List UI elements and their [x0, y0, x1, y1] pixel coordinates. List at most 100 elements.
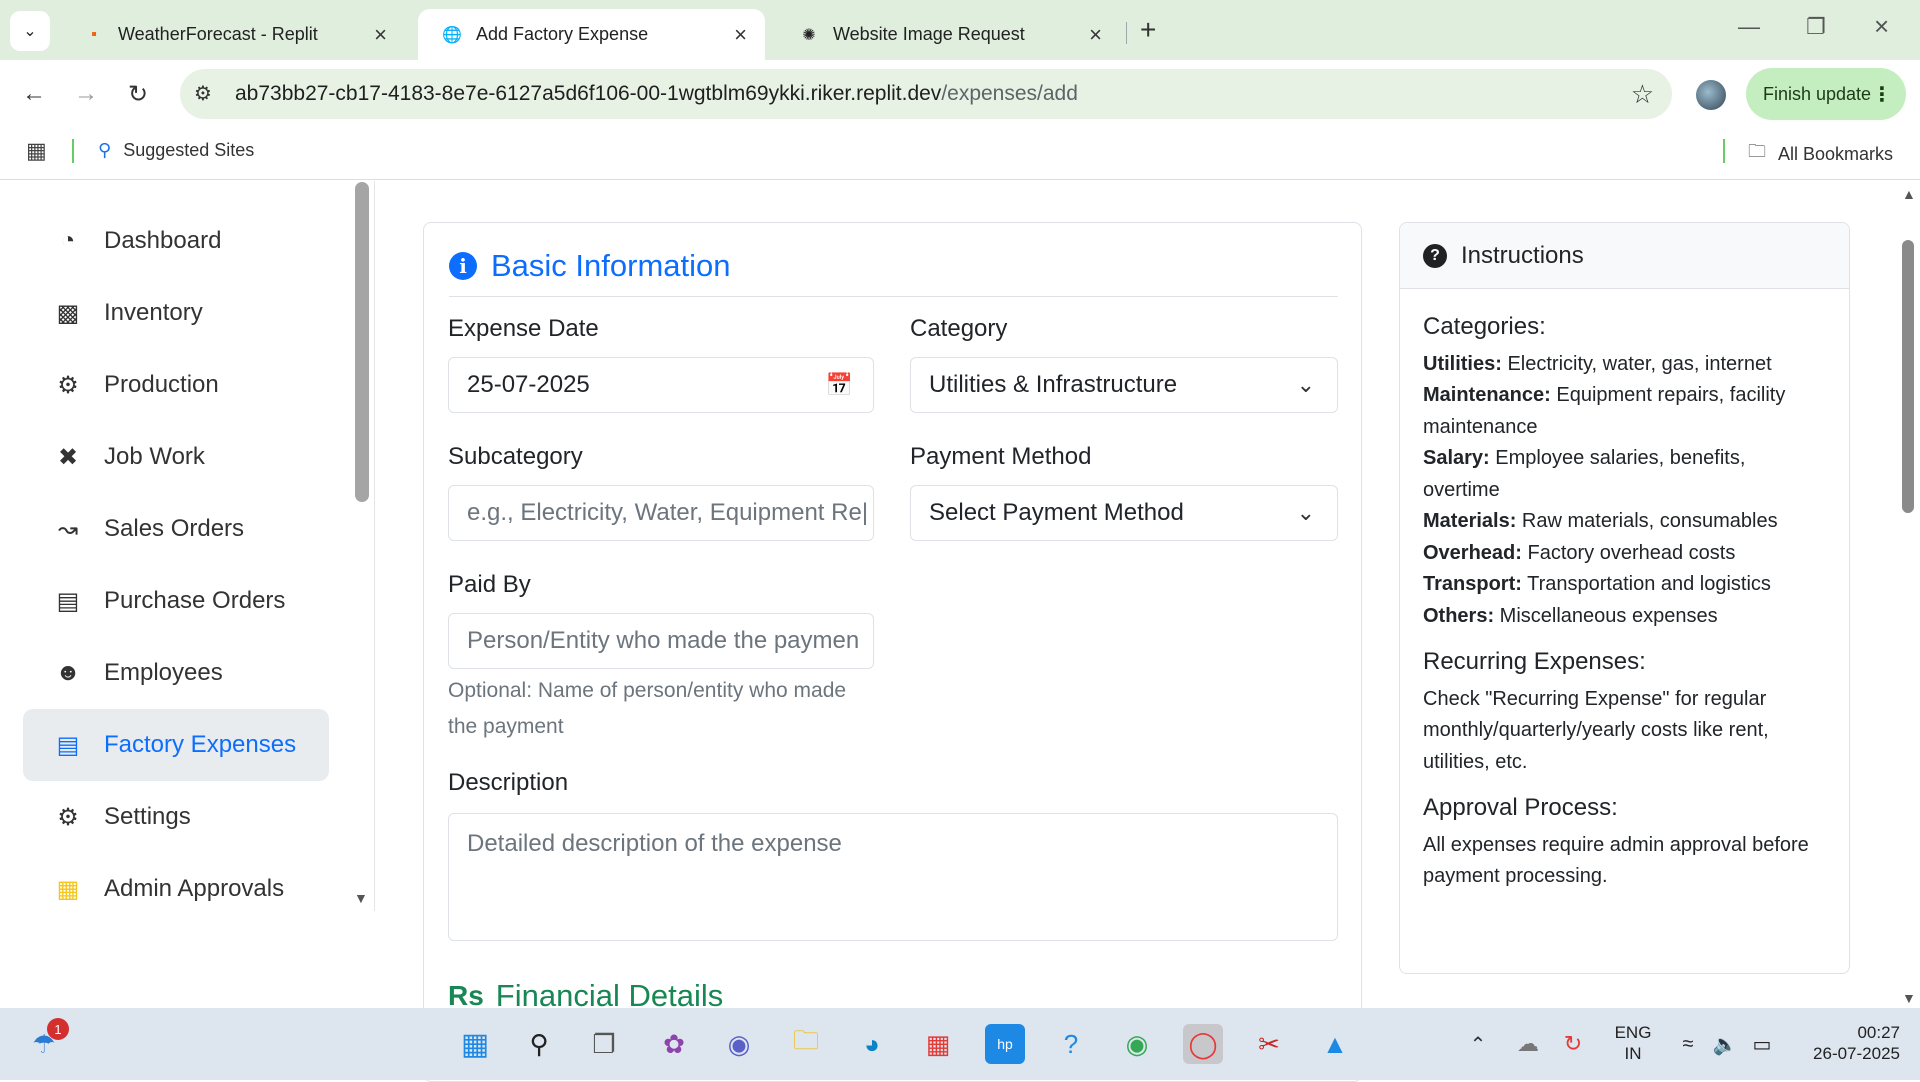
edge-icon[interactable]: ◕ [852, 1024, 892, 1064]
minimize-button[interactable]: — [1738, 14, 1760, 40]
photos-icon[interactable]: ▲ [1315, 1024, 1355, 1064]
close-icon[interactable]: × [734, 22, 747, 48]
battery-icon[interactable]: ▭ [1742, 1024, 1782, 1064]
tab-search-button[interactable]: ⌄ [10, 11, 50, 51]
calendar-icon[interactable]: 📅 [826, 372, 853, 398]
task-view-icon[interactable]: ❐ [584, 1024, 624, 1064]
search-icon[interactable]: ⚲ [519, 1024, 559, 1064]
sidebar-item-dashboard[interactable]: ◔ Dashboard [23, 205, 329, 277]
sync-icon[interactable]: ↻ [1553, 1024, 1593, 1064]
suggested-sites-bookmark[interactable]: ⚲ Suggested Sites [98, 140, 254, 161]
category-entry: Utilities: Electricity, water, gas, inte… [1423, 352, 1772, 375]
subcategory-input[interactable]: e.g., Electricity, Water, Equipment Re| [448, 485, 874, 541]
close-icon[interactable]: × [374, 22, 387, 48]
file-explorer-icon[interactable]: 🗀 [786, 1024, 826, 1064]
notification-badge: 1 [47, 1018, 69, 1040]
description-label: Description [448, 769, 569, 796]
file-invoice-icon: ▤ [56, 587, 80, 615]
paid-by-input[interactable]: Person/Entity who made the paymen [448, 613, 874, 669]
sidebar-item-job-work[interactable]: ✖ Job Work [23, 421, 329, 493]
microsoft-store-icon[interactable]: ▦ [918, 1024, 958, 1064]
clipboard-check-icon: ▦ [56, 875, 80, 903]
arrow-left-icon: ← [22, 80, 46, 107]
scroll-down-arrow-icon[interactable]: ▼ [354, 890, 368, 906]
expense-date-input[interactable]: 25-07-2025 📅 [448, 357, 874, 413]
new-tab-button[interactable]: + [1140, 14, 1156, 46]
boxes-icon: ▩ [56, 299, 80, 327]
bookmarks-separator [1723, 139, 1725, 163]
close-icon[interactable]: × [1089, 22, 1102, 48]
category-entry: Maintenance: Equipment repairs, facility… [1423, 384, 1786, 438]
sidebar-item-purchase-orders[interactable]: ▤ Purchase Orders [23, 565, 329, 637]
sidebar-item-admin-approvals[interactable]: ▦ Admin Approvals [23, 853, 329, 911]
wifi-icon[interactable]: ≈ [1668, 1024, 1708, 1064]
paid-by-help-text: Optional: Name of person/entity who made… [448, 679, 847, 738]
tools-icon: ✖ [57, 443, 79, 471]
sidebar-item-inventory[interactable]: ▩ Inventory [23, 277, 329, 349]
sidebar-item-factory-expenses[interactable]: ▤ Factory Expenses [23, 709, 329, 781]
sidebar: ◔ Dashboard ▩ Inventory ⚙ Production ✖ Job W… [0, 181, 375, 911]
sidebar-item-production[interactable]: ⚙ Production [23, 349, 329, 421]
globe-icon: 🌐 [442, 26, 462, 44]
sidebar-item-employees[interactable]: ☻ Employees [23, 637, 329, 709]
more-menu-icon[interactable]: ⋮ [1872, 82, 1892, 107]
replit-icon: ▪ [91, 25, 97, 43]
question-circle-icon: ? [1423, 243, 1447, 268]
chevron-down-icon: ⌄ [1296, 372, 1315, 397]
address-bar[interactable]: ⚙ ab73bb27-cb17-4183-8e7e-6127a5d6f106-0… [180, 69, 1672, 119]
bookmarks-bar [0, 128, 1920, 180]
forward-button[interactable]: → [74, 80, 98, 108]
language-indicator[interactable]: ENG IN [1608, 1022, 1658, 1064]
profile-avatar[interactable] [1696, 80, 1726, 110]
description-textarea[interactable]: Detailed description of the expense [448, 813, 1338, 941]
reload-icon: ↻ [128, 81, 149, 108]
paid-by-label: Paid By [448, 571, 531, 598]
chevron-up-icon[interactable]: ⌃ [1458, 1024, 1498, 1064]
category-entry: Materials: Raw materials, consumables [1423, 510, 1778, 532]
page-scrollbar[interactable] [1902, 240, 1914, 513]
volume-icon[interactable]: 🔈 [1705, 1024, 1745, 1064]
all-bookmarks-button[interactable]: 🗀 All Bookmarks [1748, 139, 1893, 169]
tab-weatherforecast[interactable]: ▪ WeatherForecast - Replit × [60, 9, 405, 60]
categories-heading: Categories: [1423, 313, 1546, 340]
restore-button[interactable]: ❐ [1806, 14, 1826, 40]
reload-button[interactable]: ↻ [128, 80, 148, 109]
copilot-icon[interactable]: ✿ [654, 1024, 694, 1064]
back-button[interactable]: ← [22, 80, 46, 108]
site-info-icon[interactable]: ⚙ [194, 81, 212, 106]
payment-method-select[interactable]: Select Payment Method ⌄ [910, 485, 1338, 541]
finish-update-button[interactable]: Finish update ⋮ [1746, 68, 1906, 120]
sidebar-item-settings[interactable]: ⚙ Settings [23, 781, 329, 853]
tab-add-factory-expense[interactable]: 🌐 Add Factory Expense × [418, 9, 765, 60]
tab-website-image-request[interactable]: ✺ Website Image Request × [775, 9, 1120, 60]
arrow-right-icon: → [74, 80, 98, 107]
sidebar-scrollbar[interactable] [355, 182, 369, 502]
opera-icon[interactable]: ◯ [1183, 1024, 1223, 1064]
users-icon: ☻ [55, 659, 81, 686]
url-text[interactable]: ab73bb27-cb17-4183-8e7e-6127a5d6f106-00-… [235, 82, 1078, 106]
onedrive-icon[interactable]: ☁ [1508, 1024, 1548, 1064]
cog-icon: ⚙ [57, 803, 79, 831]
category-entry: Transport: Transportation and logistics [1423, 573, 1771, 595]
clock[interactable]: 00:27 26-07-2025 [1790, 1022, 1900, 1064]
apps-grid-icon[interactable]: ▦ [26, 138, 47, 164]
myhp-icon[interactable]: hp [985, 1024, 1025, 1064]
bookmark-star-icon[interactable]: ☆ [1631, 79, 1654, 110]
chrome-icon[interactable]: ◉ [1117, 1024, 1157, 1064]
expense-date-label: Expense Date [448, 315, 599, 342]
categories-list: Utilities: Electricity, water, gas, inte… [1423, 349, 1826, 633]
approval-text: All expenses require admin approval befo… [1423, 833, 1809, 888]
get-help-icon[interactable]: ? [1051, 1024, 1091, 1064]
sidebar-item-sales-orders[interactable]: ↝ Sales Orders [23, 493, 329, 565]
instructions-header: ? Instructions [1400, 223, 1849, 289]
window-close-button[interactable]: × [1874, 11, 1889, 42]
category-select[interactable]: Utilities & Infrastructure ⌄ [910, 357, 1338, 413]
instructions-card: ? Instructions Categories: Utilities: El… [1399, 222, 1850, 974]
windows-start-icon[interactable]: ▦ [455, 1024, 495, 1064]
snipping-tool-icon[interactable]: ✂ [1249, 1024, 1289, 1064]
scroll-down-arrow-icon[interactable]: ▼ [1902, 990, 1916, 1006]
teams-icon[interactable]: ◉ [719, 1024, 759, 1064]
chevron-down-icon: ⌄ [1296, 500, 1315, 525]
scroll-up-arrow-icon[interactable]: ▲ [1902, 186, 1916, 202]
category-label: Category [910, 315, 1008, 342]
